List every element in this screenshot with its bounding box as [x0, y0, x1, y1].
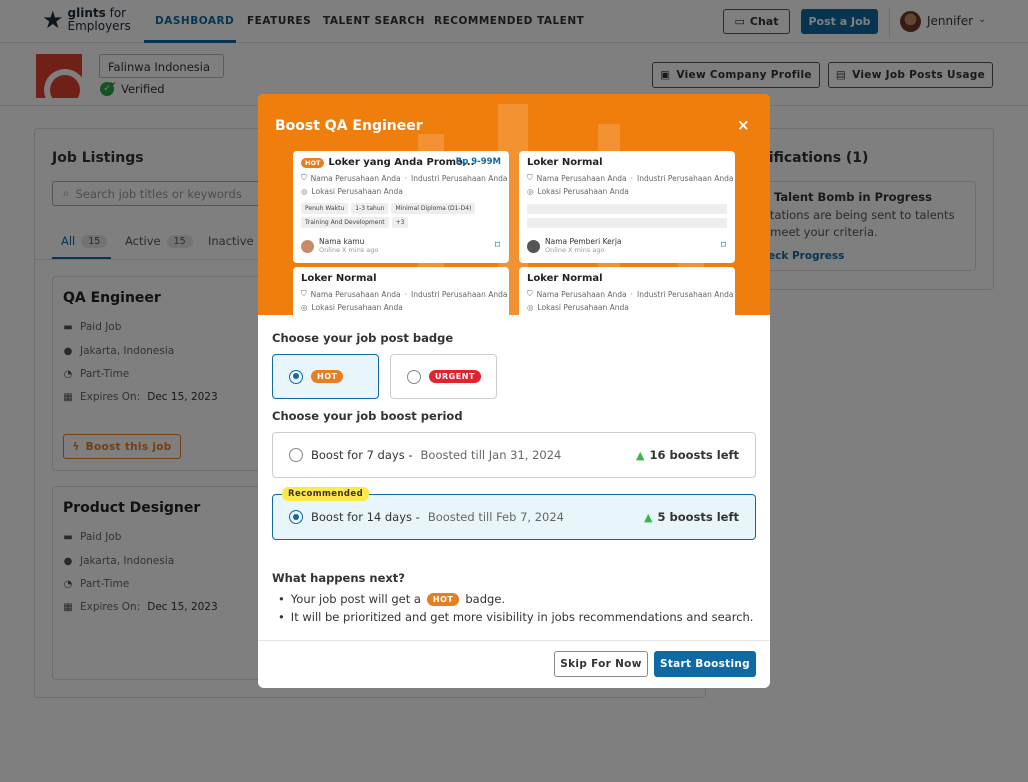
- shield-icon: ⛉: [527, 289, 533, 298]
- period-section-title: Choose your job boost period: [272, 409, 463, 423]
- badge-option-urgent[interactable]: URGENT: [390, 354, 497, 399]
- preview-salary: Rp 9-99M: [455, 157, 501, 167]
- rocket-boost-icon: ▲: [644, 510, 653, 524]
- bookmark-icon: ⌑: [720, 240, 726, 251]
- rocket-boost-icon: ▲: [636, 448, 645, 462]
- location-pin-icon: ◎: [527, 187, 534, 196]
- shield-icon: ⛉: [301, 289, 307, 298]
- next-step-item: • Your job post will get a HOT badge.: [278, 592, 506, 606]
- modal-footer-divider: [258, 640, 770, 641]
- next-step-item: • It will be prioritized and get more vis…: [278, 610, 754, 624]
- skip-button[interactable]: Skip For Now: [554, 651, 648, 677]
- urgent-badge: URGENT: [429, 370, 481, 383]
- bookmark-icon: ⌑: [494, 240, 500, 251]
- boost-modal: Boost QA Engineer × HOT Loker yang Anda P…: [258, 94, 770, 688]
- period-option-7-days[interactable]: Boost for 7 days - Boosted till Jan 31, …: [272, 432, 756, 478]
- badge-section-title: Choose your job post badge: [272, 331, 454, 345]
- close-icon[interactable]: ×: [737, 116, 750, 134]
- radio-button[interactable]: [289, 369, 303, 384]
- poster-avatar: [527, 239, 540, 253]
- radio-button[interactable]: [407, 369, 421, 384]
- hot-badge: HOT: [311, 370, 344, 383]
- recommended-badge: Recommended: [282, 487, 370, 501]
- poster-avatar: [301, 239, 314, 253]
- preview-card-normal: Loker Normal ⛉ Nama Perusahaan Anda · Indus…: [519, 267, 735, 315]
- preview-tags: Penuh Waktu 1-3 tahun Minimal Diploma (D…: [301, 203, 501, 228]
- radio-button[interactable]: [289, 510, 303, 524]
- next-steps-title: What happens next?: [272, 571, 405, 585]
- location-pin-icon: ◎: [301, 187, 308, 196]
- verified-shield-icon: ⛉: [301, 173, 307, 182]
- hot-badge: HOT: [426, 592, 460, 606]
- location-pin-icon: ◎: [301, 303, 308, 312]
- modal-title: Boost QA Engineer: [275, 118, 423, 134]
- skeleton-line: [527, 204, 727, 214]
- hot-badge: HOT: [301, 157, 325, 168]
- preview-card-promoted: HOT Loker yang Anda Promo... Rp 9-99M ⛉ Na…: [293, 151, 509, 263]
- skeleton-line: [527, 218, 727, 228]
- badge-option-hot[interactable]: HOT: [272, 354, 379, 399]
- start-boosting-button[interactable]: Start Boosting: [654, 651, 756, 677]
- preview-card-normal: Loker Normal ⛉ Nama Perusahaan Anda · Indus…: [519, 151, 735, 263]
- shield-icon: ⛉: [527, 173, 533, 182]
- radio-button[interactable]: [289, 448, 303, 462]
- preview-card-normal: Loker Normal ⛉ Nama Perusahaan Anda · Indus…: [293, 267, 509, 315]
- location-pin-icon: ◎: [527, 303, 534, 312]
- modal-header: Boost QA Engineer × HOT Loker yang Anda P…: [258, 94, 770, 315]
